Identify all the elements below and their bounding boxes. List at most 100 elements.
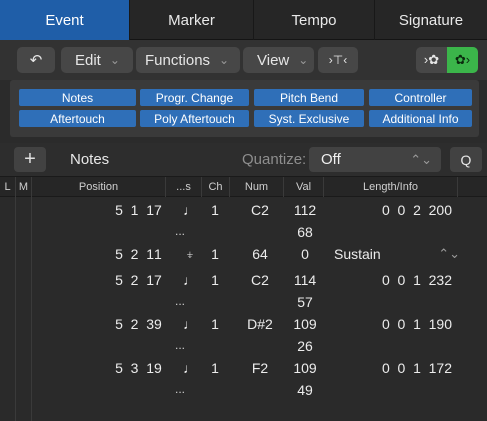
- row-position[interactable]: 5 2 3: [60, 316, 154, 332]
- table-row[interactable]: 5 2 1 7 ♩ 1 C2 114 0 0 1 232 ... 57: [0, 267, 487, 311]
- controller-info-select[interactable]: Sustain ⌃⌄: [334, 246, 460, 262]
- row-release-velocity[interactable]: 26: [289, 338, 321, 354]
- column-header-val[interactable]: Val: [284, 177, 324, 197]
- row-channel[interactable]: 1: [207, 246, 223, 262]
- event-type-filters: Notes Progr. Change Pitch Bend Controlle…: [10, 80, 479, 137]
- row-channel[interactable]: 1: [207, 272, 223, 288]
- table-row[interactable]: 5 1 1 7 ♩ 1 C2 112 0 0 2 200 ... 68: [0, 197, 487, 241]
- chevron-down-icon: ⌄: [109, 53, 120, 67]
- row-val[interactable]: 109: [289, 316, 321, 332]
- plus-icon: +: [24, 148, 36, 170]
- chevron-down-icon: ⌄: [219, 53, 230, 67]
- row-position[interactable]: 5 2 1: [60, 246, 154, 262]
- list-header: L M Position ...s Ch Num Val Length/Info: [0, 176, 487, 197]
- row-num[interactable]: 64: [240, 246, 280, 262]
- column-header-ch[interactable]: Ch: [202, 177, 230, 197]
- edit-menu-label: Edit: [75, 51, 101, 69]
- column-header-m[interactable]: M: [16, 177, 32, 197]
- filter-syst-exclusive-button[interactable]: Syst. Exclusive: [254, 110, 364, 127]
- row-num[interactable]: D#2: [240, 316, 280, 332]
- view-menu[interactable]: View ⌄: [243, 47, 314, 73]
- column-header-length-info[interactable]: Length/Info: [324, 177, 458, 197]
- row-release-velocity[interactable]: 49: [289, 382, 321, 398]
- filter-additional-info-button[interactable]: Additional Info: [369, 110, 472, 127]
- column-header-l[interactable]: L: [0, 177, 16, 197]
- controller-icon: ⍖: [185, 246, 195, 262]
- filter-icon: ›⊤‹: [328, 53, 348, 67]
- notes-bar: + Notes Quantize: Off ⌃⌄ Q: [0, 143, 487, 176]
- filter-progr-change-button[interactable]: Progr. Change: [140, 89, 249, 106]
- column-header-status[interactable]: ...s: [166, 177, 202, 197]
- row-val[interactable]: 112: [289, 202, 321, 218]
- midi-filter-button[interactable]: ›⊤‹: [318, 47, 358, 73]
- row-position-ticks[interactable]: 7: [154, 202, 162, 218]
- tab-bar: Event Marker Tempo Signature: [0, 0, 487, 40]
- functions-menu[interactable]: Functions ⌄: [136, 47, 240, 73]
- midi-out-icon: ✿›: [454, 52, 471, 67]
- row-length[interactable]: 0 0 1 190: [345, 316, 452, 332]
- row-length[interactable]: 0 0 1 232: [345, 272, 452, 288]
- row-length[interactable]: 0 0 1 172: [345, 360, 452, 376]
- back-button[interactable]: ↶: [17, 47, 55, 73]
- tab-event[interactable]: Event: [0, 0, 130, 40]
- quantize-button[interactable]: Q: [450, 147, 482, 172]
- add-event-button[interactable]: +: [14, 147, 46, 172]
- quantize-label: Quantize:: [242, 151, 307, 168]
- edit-menu[interactable]: Edit ⌄: [61, 47, 133, 73]
- event-list[interactable]: 5 1 1 7 ♩ 1 C2 112 0 0 2 200 ... 68 5 2 …: [0, 197, 487, 421]
- back-arrow-icon: ↶: [29, 52, 43, 69]
- note-icon: ♩: [183, 360, 197, 376]
- chevron-down-icon: ⌄: [298, 53, 309, 67]
- column-header-num[interactable]: Num: [230, 177, 284, 197]
- updown-chevron-icon: ⌃⌄: [410, 151, 432, 167]
- row-release-velocity[interactable]: 57: [289, 294, 321, 310]
- column-header-position[interactable]: Position: [32, 177, 166, 197]
- quantize-select[interactable]: Off ⌃⌄: [309, 147, 441, 172]
- column-header-spacer: [458, 177, 487, 197]
- tab-tempo[interactable]: Tempo: [254, 0, 375, 40]
- toolbar: ↶ Edit ⌄ Functions ⌄ View ⌄ ›⊤‹ ›✿ ✿›: [0, 40, 487, 80]
- row-length[interactable]: 0 0 2 200: [345, 202, 452, 218]
- table-row[interactable]: 5 2 3 9 ♩ 1 D#2 109 0 0 1 190 ... 26: [0, 311, 487, 355]
- midi-in-out-group: ›✿ ✿›: [416, 47, 478, 73]
- midi-in-icon: ›✿: [423, 52, 440, 67]
- row-channel[interactable]: 1: [207, 202, 223, 218]
- quantize-value: Off: [321, 151, 341, 168]
- filter-controller-button[interactable]: Controller: [369, 89, 472, 106]
- midi-out-button[interactable]: ✿›: [447, 47, 478, 73]
- filter-pitch-bend-button[interactable]: Pitch Bend: [254, 89, 364, 106]
- filter-aftertouch-button[interactable]: Aftertouch: [19, 110, 136, 127]
- row-num[interactable]: F2: [240, 360, 280, 376]
- tab-marker[interactable]: Marker: [130, 0, 254, 40]
- row-channel[interactable]: 1: [207, 316, 223, 332]
- note-icon: ♩: [183, 316, 197, 332]
- row-position[interactable]: 5 3 1: [60, 360, 154, 376]
- controller-info-value: Sustain: [334, 246, 381, 262]
- view-menu-label: View: [257, 51, 290, 69]
- row-channel[interactable]: 1: [207, 360, 223, 376]
- row-num[interactable]: C2: [240, 272, 280, 288]
- row-val[interactable]: 109: [289, 360, 321, 376]
- filter-poly-aftertouch-button[interactable]: Poly Aftertouch: [140, 110, 249, 127]
- functions-menu-label: Functions: [145, 51, 211, 69]
- note-icon: ♩: [183, 202, 197, 218]
- row-dots: ...: [174, 294, 185, 308]
- filter-notes-button[interactable]: Notes: [19, 89, 136, 106]
- row-release-velocity[interactable]: 68: [289, 224, 321, 240]
- table-row[interactable]: 5 3 1 9 ♩ 1 F2 109 0 0 1 172 ... 49: [0, 355, 487, 399]
- table-row[interactable]: 5 2 1 1 ⍖ 1 64 0 Sustain ⌃⌄: [0, 241, 487, 267]
- row-dots: ...: [174, 338, 185, 352]
- row-position-ticks[interactable]: 1: [154, 246, 162, 262]
- row-dots: ...: [174, 224, 185, 238]
- row-position-ticks[interactable]: 9: [154, 316, 162, 332]
- midi-in-button[interactable]: ›✿: [416, 47, 447, 73]
- event-type-label: Notes: [70, 151, 110, 168]
- row-val[interactable]: 0: [289, 246, 321, 262]
- row-position-ticks[interactable]: 7: [154, 272, 162, 288]
- row-position-ticks[interactable]: 9: [154, 360, 162, 376]
- row-position[interactable]: 5 2 1: [60, 272, 154, 288]
- row-position[interactable]: 5 1 1: [60, 202, 154, 218]
- row-num[interactable]: C2: [240, 202, 280, 218]
- tab-signature[interactable]: Signature: [375, 0, 487, 40]
- row-val[interactable]: 114: [289, 272, 321, 288]
